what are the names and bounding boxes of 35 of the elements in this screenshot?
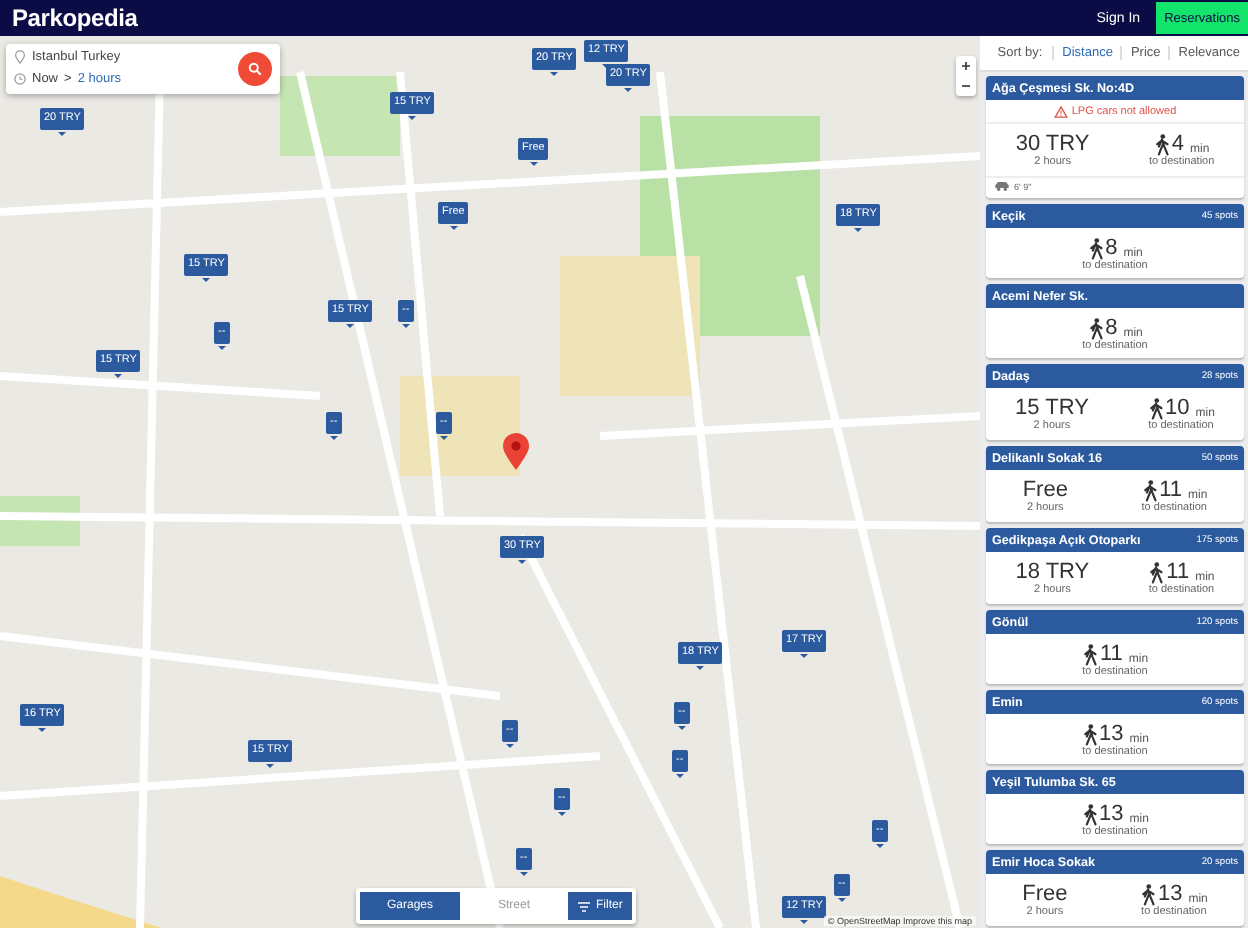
walking-person-icon — [1147, 398, 1164, 420]
walking-person-icon — [1087, 317, 1104, 339]
walk-minutes: 4 — [1171, 132, 1185, 156]
price: 18 TRY — [1015, 560, 1090, 584]
walk-minutes: 13 — [1099, 721, 1124, 745]
destination-marker-icon — [502, 432, 530, 472]
walk-minutes: 13 — [1157, 882, 1183, 906]
walking-person-icon — [1081, 723, 1098, 745]
walking-person-icon — [1153, 134, 1170, 156]
price: 30 TRY — [1015, 132, 1090, 156]
walking-person-icon — [1081, 803, 1098, 825]
price: 15 TRY — [1015, 396, 1089, 420]
warning-icon — [1053, 105, 1068, 117]
clock-icon — [14, 72, 26, 86]
walk-minutes: 8 — [1105, 315, 1118, 339]
logo[interactable]: Parkopedia — [12, 4, 138, 32]
walking-person-icon — [1081, 643, 1098, 665]
location-icon — [14, 50, 26, 64]
walking-person-icon — [1148, 562, 1165, 584]
walk-minutes: 8 — [1105, 235, 1118, 259]
car-height-icon — [994, 180, 1010, 192]
walk-minutes: 10 — [1165, 396, 1190, 420]
zoom-in-icon[interactable] — [956, 56, 976, 76]
price: Free — [1022, 478, 1068, 502]
walking-person-icon — [1139, 884, 1156, 906]
search-button[interactable] — [238, 52, 272, 86]
walking-person-icon — [1087, 237, 1104, 259]
walk-minutes: 11 — [1166, 560, 1190, 584]
walk-minutes: 11 — [1099, 641, 1123, 665]
search-icon — [248, 62, 262, 76]
price: Free — [1022, 882, 1068, 906]
walk-minutes: 13 — [1099, 801, 1124, 825]
walking-person-icon — [1141, 480, 1158, 502]
walk-minutes: 11 — [1159, 478, 1182, 502]
filter-icon — [578, 901, 590, 911]
